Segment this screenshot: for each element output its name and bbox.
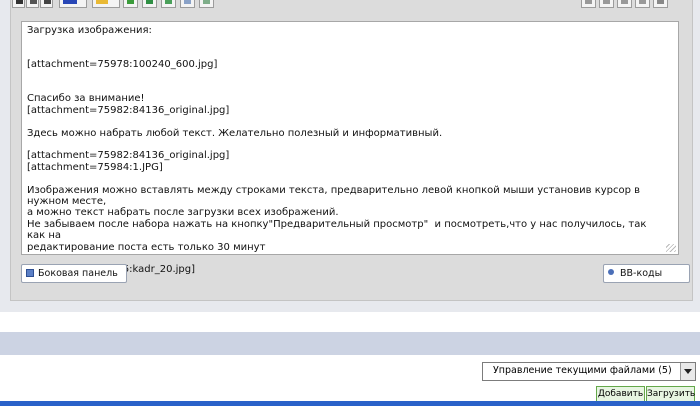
editor-line: а можно текст набрать после загрузки все…	[27, 207, 339, 219]
formatting-toolbar	[11, 0, 692, 10]
align-center-icon[interactable]	[599, 0, 614, 8]
insert-email-icon[interactable]	[161, 0, 176, 8]
insert-image-icon[interactable]	[123, 0, 138, 8]
post-text-area[interactable]: Загрузка изображения: [attachment=75978:1…	[21, 21, 679, 275]
manage-files-value: Управление текущими файлами (5)	[493, 365, 672, 376]
justify-icon[interactable]	[635, 0, 650, 8]
editor-line: Не забываем после набора нажать на кнопк…	[27, 218, 650, 242]
editor-line: Здесь можно набрать любой текст. Желател…	[27, 127, 443, 139]
align-left-icon[interactable]	[581, 0, 596, 8]
editor-line: Изображения можно вставлять между строка…	[27, 184, 644, 207]
insert-link-icon[interactable]	[142, 0, 157, 8]
chevron-down-icon[interactable]	[680, 363, 695, 380]
spoiler-icon[interactable]	[199, 0, 214, 8]
bbcodes-button[interactable]: BB-коды	[603, 264, 690, 283]
italic-icon[interactable]	[26, 0, 39, 8]
separator-band	[0, 332, 700, 355]
quote-icon[interactable]	[180, 0, 195, 8]
manage-files-select[interactable]: Управление текущими файлами (5)	[482, 362, 696, 381]
underline-icon[interactable]	[40, 0, 53, 8]
editor-line: [attachment=75978:100240_600.jpg]	[27, 59, 218, 71]
post-text: Загрузка изображения: [attachment=75978:1…	[27, 25, 658, 276]
align-right-icon[interactable]	[617, 0, 632, 8]
editor-line: [attachment=75982:84136_original.jpg]	[27, 150, 230, 162]
editor-line: Спасибо за внимание!	[27, 93, 145, 105]
list-icon[interactable]	[653, 0, 668, 8]
bold-icon[interactable]	[12, 0, 25, 8]
font-color-icon[interactable]	[59, 0, 87, 8]
sidebar-toggle-button[interactable]: Боковая панель	[21, 264, 127, 283]
sidebar-toggle-label: Боковая панель	[38, 268, 118, 279]
info-icon	[608, 269, 614, 275]
bottom-strip	[0, 401, 700, 406]
editor-line: [attachment=75984:1.JPG]	[27, 161, 163, 173]
editor-line: редактирование поста есть только 30 мину…	[27, 241, 266, 253]
resize-grip-icon[interactable]	[666, 244, 676, 252]
bbcodes-label: BB-коды	[620, 268, 663, 279]
editor-line: Загрузка изображения:	[27, 25, 152, 36]
emoticon-icon[interactable]	[92, 0, 120, 8]
editor-line: [attachment=75982:84136_original.jpg]	[27, 104, 230, 116]
sidebar-icon	[26, 269, 34, 277]
